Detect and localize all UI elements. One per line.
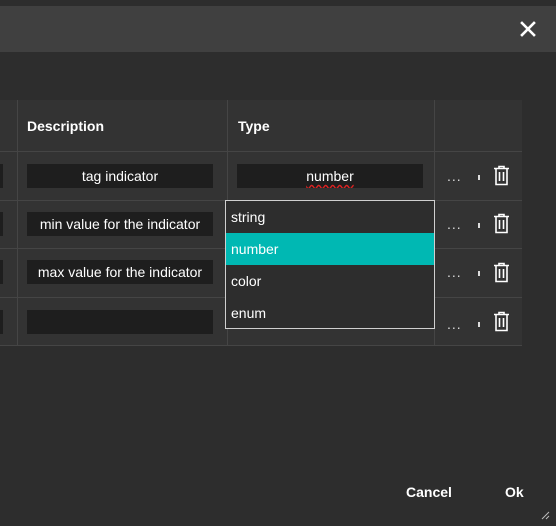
row-divider [0,151,522,152]
name-field[interactable] [0,310,3,334]
trash-icon[interactable] [493,213,510,234]
resize-handle-icon[interactable] [540,510,550,520]
dropdown-option-enum[interactable]: enum [226,297,434,329]
description-field[interactable]: max value for the indicator [27,260,213,284]
dialog-top-edge [0,0,556,6]
trash-icon[interactable] [493,262,510,283]
dropdown-option-color[interactable]: color [226,265,434,297]
row-divider [0,345,522,346]
separator-tick [478,223,480,228]
dropdown-option-number[interactable]: number [226,233,434,265]
trash-icon[interactable] [493,311,510,332]
description-field[interactable]: tag indicator [27,164,213,188]
name-field[interactable] [0,164,3,188]
type-dropdown: string number color enum [225,200,435,329]
separator-tick [478,271,480,276]
column-divider [17,100,18,346]
type-select-value: number [306,168,354,184]
description-field[interactable]: min value for the indicator [27,212,213,236]
close-button[interactable] [511,12,545,46]
description-field[interactable] [27,310,213,334]
separator-tick [478,175,480,180]
more-button[interactable]: ... [447,316,462,332]
close-icon [520,21,536,37]
name-field[interactable] [0,212,3,236]
type-select[interactable]: number [237,164,423,188]
dropdown-option-string[interactable]: string [226,201,434,233]
cancel-button[interactable]: Cancel [406,484,452,500]
column-header-type: Type [238,118,270,134]
trash-icon[interactable] [493,165,510,186]
more-button[interactable]: ... [447,216,462,232]
dialog-header [0,0,556,52]
more-button[interactable]: ... [447,168,462,184]
more-button[interactable]: ... [447,264,462,280]
separator-tick [478,322,480,327]
column-header-description: Description [27,118,105,134]
name-field[interactable] [0,260,3,284]
ok-button[interactable]: Ok [505,484,524,500]
